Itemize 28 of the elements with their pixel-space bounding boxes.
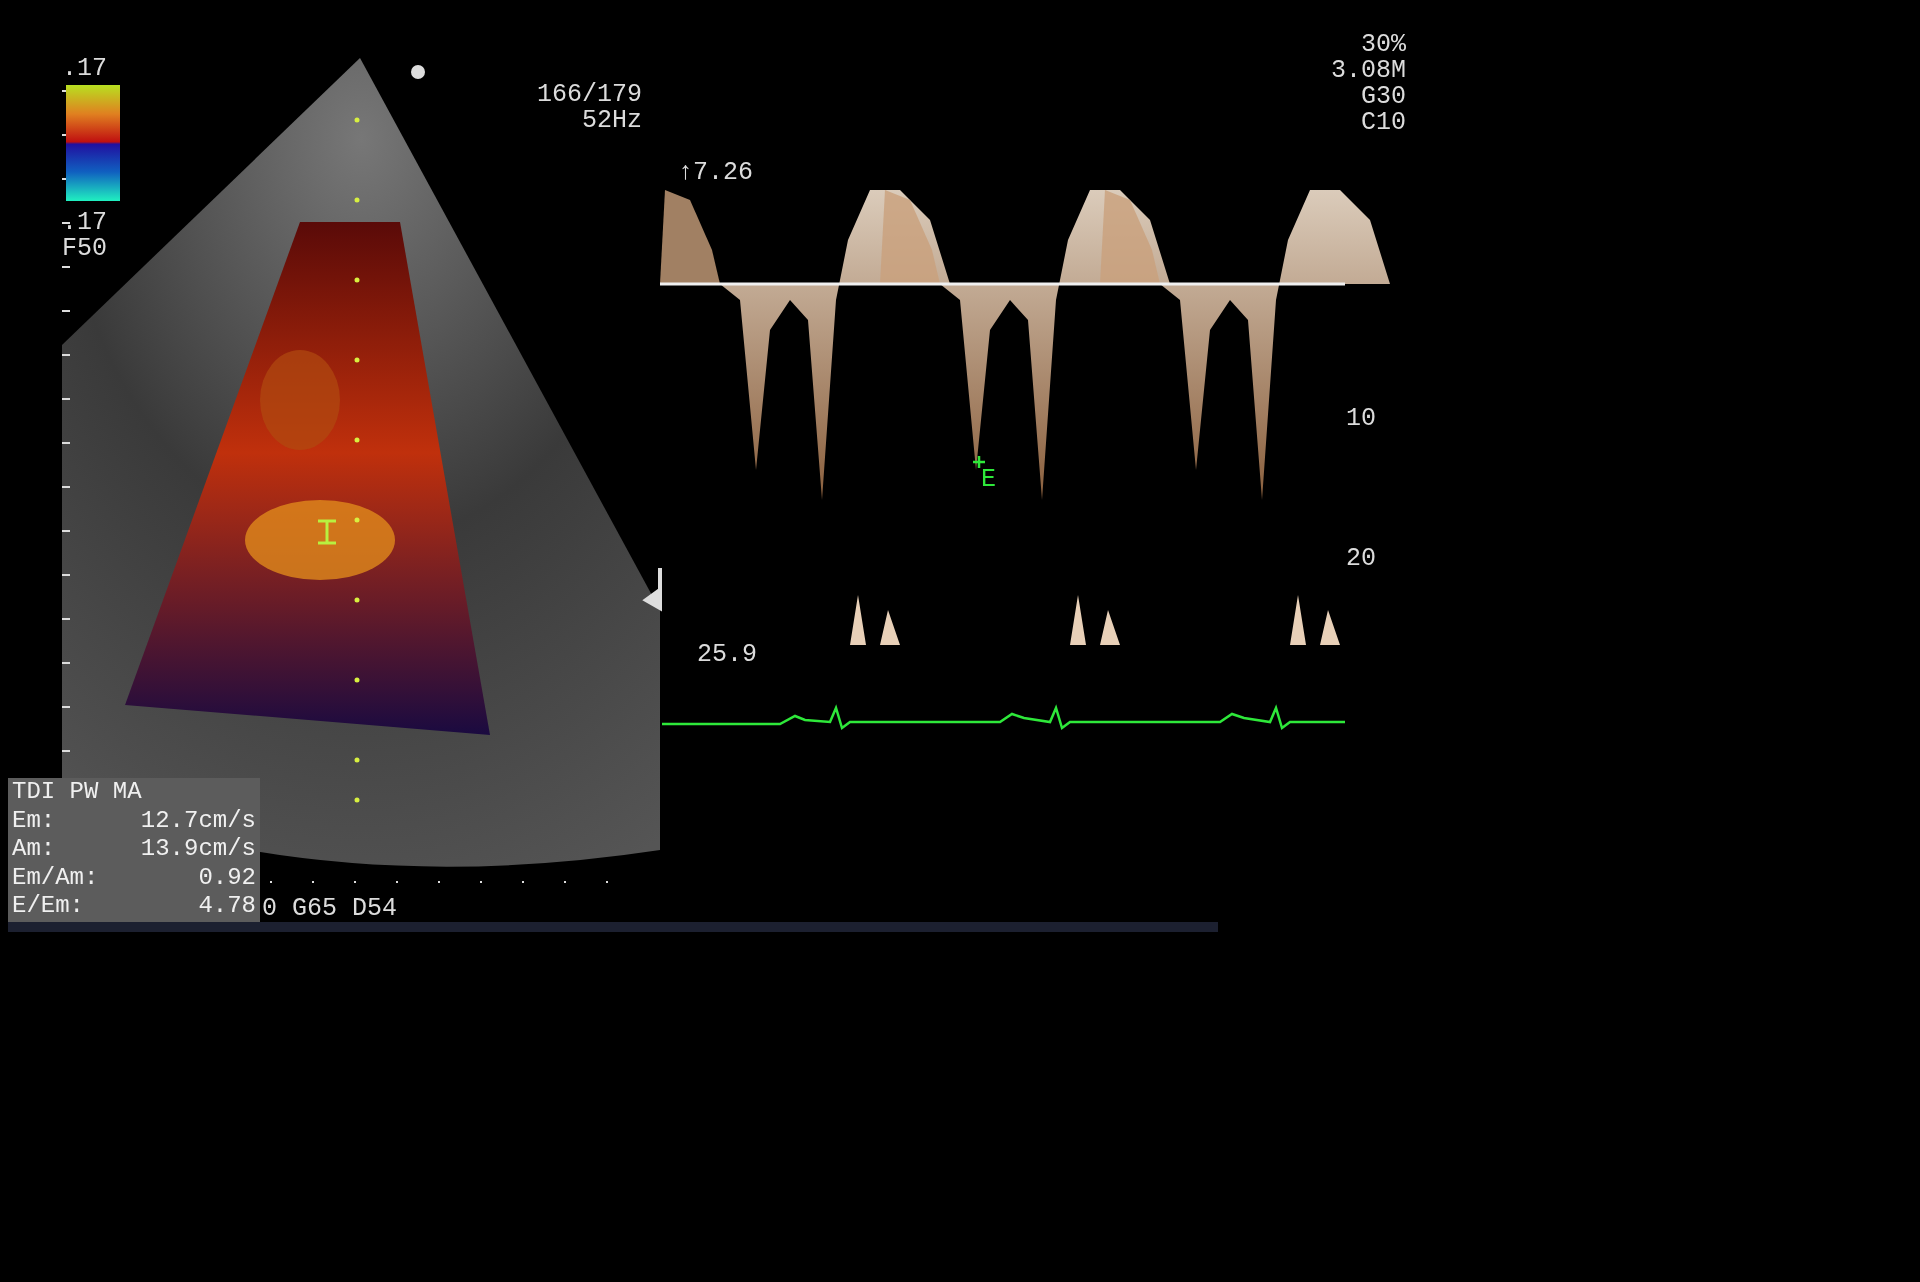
sample-gate-icon	[316, 519, 338, 545]
frame-counter: 166/179	[536, 82, 642, 108]
frame-rate: 52Hz	[582, 108, 642, 134]
measurement-value: 0.92	[198, 863, 256, 893]
measurement-label: Am:	[12, 835, 56, 864]
scale-label: .17	[62, 210, 107, 236]
marker-label: E	[981, 467, 996, 493]
measurement-label: E/Em:	[12, 892, 84, 921]
image-settings: 0 G65 D54	[262, 896, 398, 922]
measurement-label: Em/Am:	[12, 863, 99, 893]
setting-value: 3.08M	[1331, 58, 1406, 84]
cross-icon	[971, 454, 987, 470]
velocity-scale-label: ↑7.26	[678, 160, 753, 186]
axis-tick-label: 20	[1346, 546, 1376, 572]
scale-label: .17	[62, 56, 107, 82]
measurement-title: TDI PW MA	[12, 778, 143, 807]
measurement-value: 4.78	[198, 892, 256, 921]
dot-icon	[411, 65, 425, 79]
setting-value: G30	[1361, 84, 1406, 110]
setting-value: C10	[1361, 110, 1406, 136]
baseline-marker-icon	[642, 566, 662, 610]
velocity-scale-label: 25.9	[697, 642, 757, 668]
measurement-label: Em:	[12, 806, 56, 836]
filter-label: F50	[62, 236, 107, 262]
setting-value: 30%	[1361, 32, 1406, 58]
measurement-value: 13.9cm/s	[140, 835, 256, 864]
axis-tick-label: 10	[1346, 406, 1376, 432]
measurement-value: 12.7cm/s	[140, 806, 256, 836]
